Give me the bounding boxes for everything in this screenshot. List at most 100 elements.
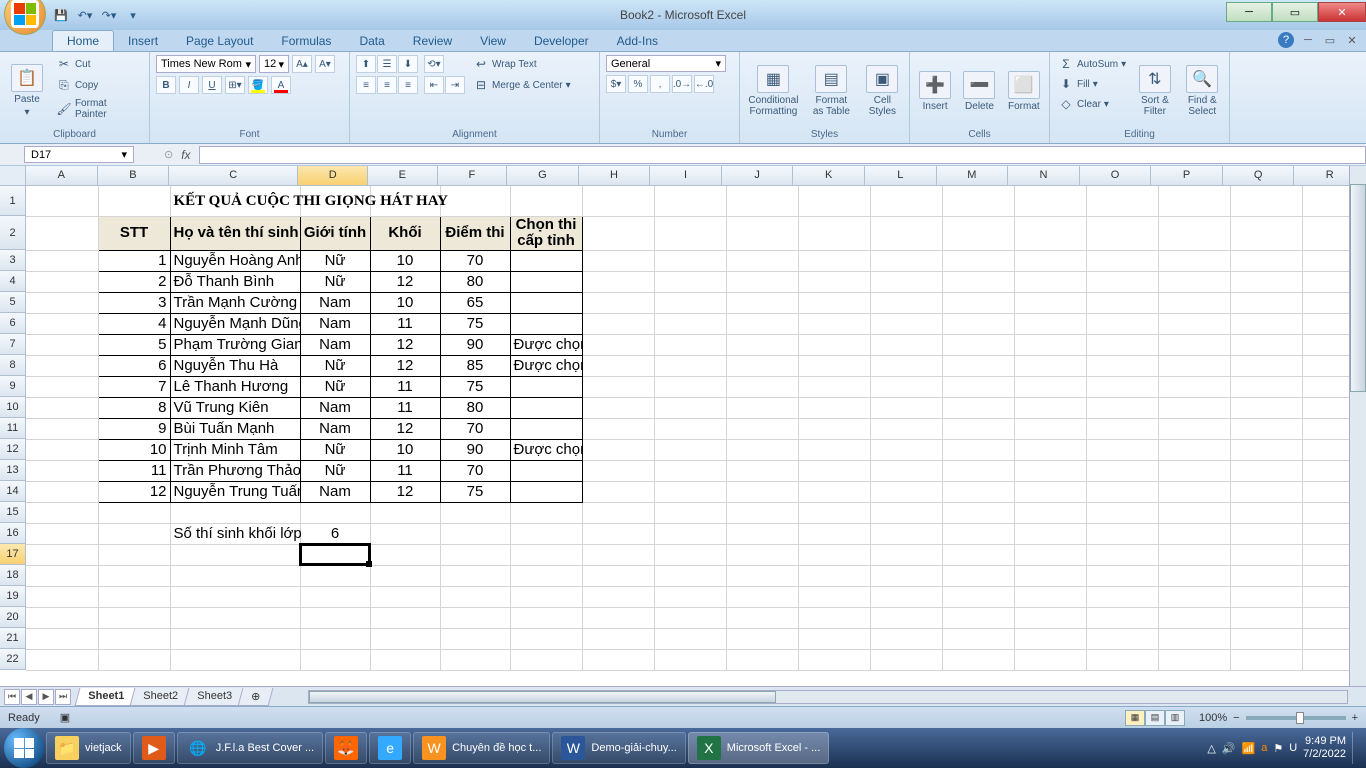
cell-N3[interactable] xyxy=(1014,250,1086,271)
cell-L21[interactable] xyxy=(870,628,942,649)
cell-L13[interactable] xyxy=(870,460,942,481)
cell-E5[interactable]: 10 xyxy=(370,292,440,313)
cell-H18[interactable] xyxy=(582,565,654,586)
cell-J22[interactable] xyxy=(726,649,798,670)
cell-B6[interactable]: 4 xyxy=(98,313,170,334)
cell-P21[interactable] xyxy=(1158,628,1230,649)
cell-D20[interactable] xyxy=(300,607,370,628)
col-header-E[interactable]: E xyxy=(368,166,438,186)
cell-Q16[interactable] xyxy=(1230,523,1302,544)
cell-M10[interactable] xyxy=(942,397,1014,418)
cell-D2[interactable]: Giới tính xyxy=(300,216,370,250)
row-header-7[interactable]: 7 xyxy=(0,334,26,355)
cell-O19[interactable] xyxy=(1086,586,1158,607)
cell-M2[interactable] xyxy=(942,216,1014,250)
cell-C17[interactable] xyxy=(170,544,300,565)
taskbar-excel[interactable]: XMicrosoft Excel - ... xyxy=(688,732,830,764)
cell-L18[interactable] xyxy=(870,565,942,586)
cell-H21[interactable] xyxy=(582,628,654,649)
align-center[interactable]: ≡ xyxy=(377,76,397,94)
sheet-tab-new[interactable]: ⊕ xyxy=(237,688,273,706)
cell-H3[interactable] xyxy=(582,250,654,271)
border-button[interactable]: ⊞▾ xyxy=(225,76,245,94)
doc-close-icon[interactable]: ✕ xyxy=(1344,32,1360,48)
cell-G7[interactable]: Được chọn xyxy=(510,334,582,355)
cell-E22[interactable] xyxy=(370,649,440,670)
cell-L4[interactable] xyxy=(870,271,942,292)
cell-K11[interactable] xyxy=(798,418,870,439)
cell-C4[interactable]: Đỗ Thanh Bình xyxy=(170,271,300,292)
cell-J7[interactable] xyxy=(726,334,798,355)
cell-P8[interactable] xyxy=(1158,355,1230,376)
decrease-indent[interactable]: ⇤ xyxy=(424,76,444,94)
cell-C16[interactable]: Số thí sinh khối lớp xyxy=(170,523,300,544)
align-middle[interactable]: ☰ xyxy=(377,55,397,73)
row-header-1[interactable]: 1 xyxy=(0,186,26,216)
copy-button[interactable]: ⎘Copy xyxy=(54,76,143,94)
cell-D4[interactable]: Nữ xyxy=(300,271,370,292)
cell-I11[interactable] xyxy=(654,418,726,439)
cell-C3[interactable]: Nguyễn Hoàng Anh xyxy=(170,250,300,271)
cell-E6[interactable]: 11 xyxy=(370,313,440,334)
col-header-O[interactable]: O xyxy=(1080,166,1152,186)
cell-Q2[interactable] xyxy=(1230,216,1302,250)
cell-M3[interactable] xyxy=(942,250,1014,271)
worksheet-grid[interactable]: ABCDEFGHIJKLMNOPQR 123456789101112131415… xyxy=(0,166,1366,686)
cell-O13[interactable] xyxy=(1086,460,1158,481)
cell-A20[interactable] xyxy=(26,607,98,628)
cell-K1[interactable] xyxy=(798,186,870,216)
cell-H16[interactable] xyxy=(582,523,654,544)
cell-H4[interactable] xyxy=(582,271,654,292)
cell-F18[interactable] xyxy=(440,565,510,586)
cell-J18[interactable] xyxy=(726,565,798,586)
cell-L7[interactable] xyxy=(870,334,942,355)
cell-P2[interactable] xyxy=(1158,216,1230,250)
cell-D17[interactable] xyxy=(300,544,370,565)
col-header-A[interactable]: A xyxy=(26,166,98,186)
doc-restore-icon[interactable]: ▭ xyxy=(1322,32,1338,48)
fx-icon[interactable]: fx xyxy=(181,148,190,162)
row-header-22[interactable]: 22 xyxy=(0,649,26,670)
cell-D9[interactable]: Nữ xyxy=(300,376,370,397)
cell-A5[interactable] xyxy=(26,292,98,313)
cell-N2[interactable] xyxy=(1014,216,1086,250)
cell-E18[interactable] xyxy=(370,565,440,586)
cell-M14[interactable] xyxy=(942,481,1014,502)
cell-Q17[interactable] xyxy=(1230,544,1302,565)
cell-N10[interactable] xyxy=(1014,397,1086,418)
cell-J16[interactable] xyxy=(726,523,798,544)
cell-D21[interactable] xyxy=(300,628,370,649)
cell-B9[interactable]: 7 xyxy=(98,376,170,397)
col-header-H[interactable]: H xyxy=(579,166,651,186)
comma-button[interactable]: , xyxy=(650,75,670,93)
cell-D22[interactable] xyxy=(300,649,370,670)
cell-D6[interactable]: Nam xyxy=(300,313,370,334)
view-page-layout[interactable]: ▤ xyxy=(1145,710,1165,726)
cell-N12[interactable] xyxy=(1014,439,1086,460)
cell-H6[interactable] xyxy=(582,313,654,334)
horizontal-scrollbar[interactable] xyxy=(308,690,1348,704)
cell-J4[interactable] xyxy=(726,271,798,292)
cell-D11[interactable]: Nam xyxy=(300,418,370,439)
cell-Q11[interactable] xyxy=(1230,418,1302,439)
cell-G2[interactable]: Chọn thi cấp tỉnh xyxy=(510,216,582,250)
cell-Q4[interactable] xyxy=(1230,271,1302,292)
cell-J12[interactable] xyxy=(726,439,798,460)
cell-Q9[interactable] xyxy=(1230,376,1302,397)
grow-font-button[interactable]: A▴ xyxy=(292,55,312,73)
cell-O22[interactable] xyxy=(1086,649,1158,670)
cell-A12[interactable] xyxy=(26,439,98,460)
cell-D12[interactable]: Nữ xyxy=(300,439,370,460)
cell-P14[interactable] xyxy=(1158,481,1230,502)
show-desktop[interactable] xyxy=(1352,732,1362,764)
cell-E7[interactable]: 12 xyxy=(370,334,440,355)
cell-N14[interactable] xyxy=(1014,481,1086,502)
cell-H17[interactable] xyxy=(582,544,654,565)
cell-A17[interactable] xyxy=(26,544,98,565)
cell-N17[interactable] xyxy=(1014,544,1086,565)
tray-avast-icon[interactable]: a xyxy=(1261,742,1267,754)
tab-page-layout[interactable]: Page Layout xyxy=(172,31,267,51)
cell-M4[interactable] xyxy=(942,271,1014,292)
cell-M11[interactable] xyxy=(942,418,1014,439)
cell-I17[interactable] xyxy=(654,544,726,565)
